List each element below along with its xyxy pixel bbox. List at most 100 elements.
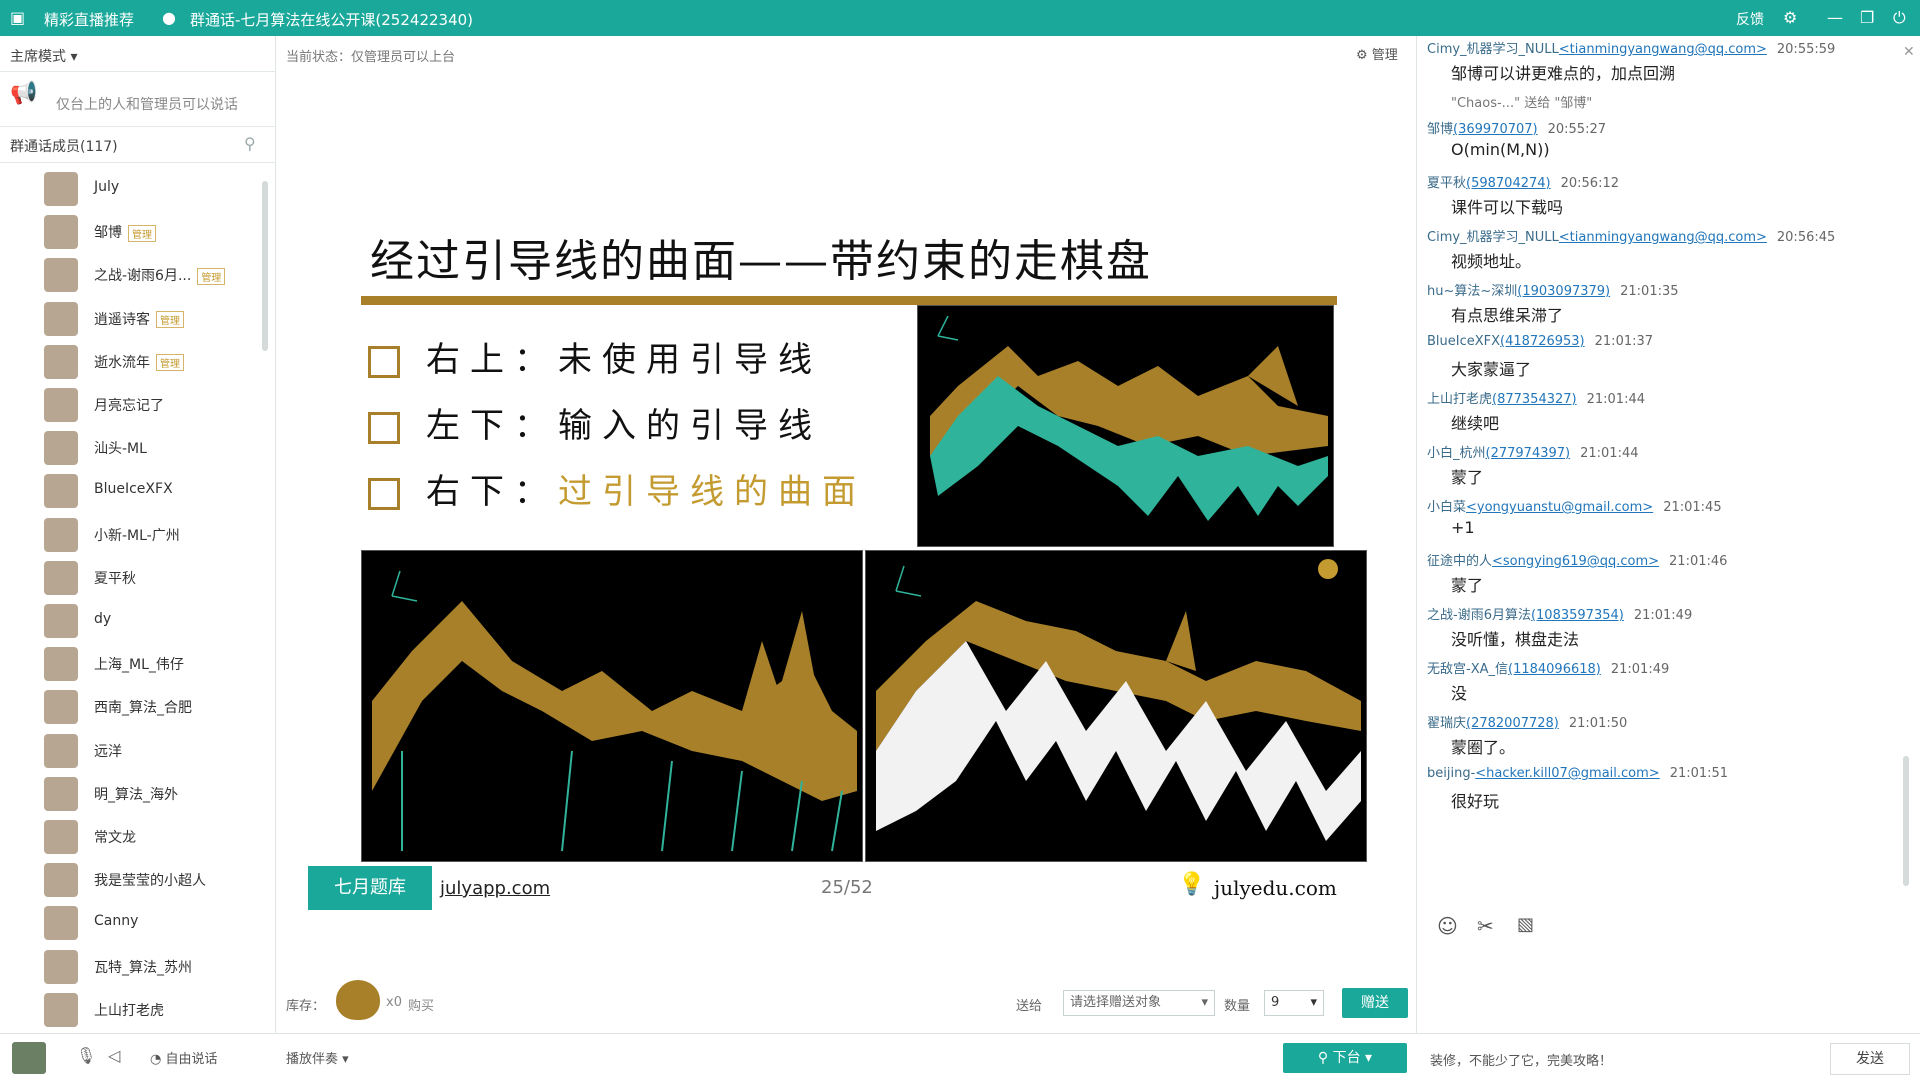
app-name[interactable]: 精彩直播推荐 (44, 9, 134, 30)
sender-id[interactable]: (1184096618) (1508, 662, 1601, 677)
sender-id[interactable]: <tianmingyangwang@qq.com> (1559, 42, 1767, 57)
window-title: 群通话-七月算法在线公开课(252422340) (190, 11, 474, 29)
chat-sender[interactable]: 征途中的人<songying619@qq.com> 21:01:46 (1427, 550, 1727, 569)
mic-icon[interactable]: 🎙 (76, 1046, 96, 1065)
chat-scrollbar[interactable] (1903, 756, 1909, 886)
sender-id[interactable]: (877354327) (1492, 392, 1577, 407)
sender-id[interactable]: (2782007728) (1466, 716, 1559, 731)
collapse-icon[interactable]: ✕ (1903, 44, 1915, 60)
heart-gift-icon[interactable] (336, 980, 380, 1020)
mode-dropdown[interactable]: 主席模式 ▾ (10, 46, 77, 66)
julyapp-link[interactable]: julyapp.com (440, 878, 550, 899)
buy-link[interactable]: 购买 (408, 995, 434, 1014)
member-row[interactable]: 逝水流年 管理 (44, 343, 264, 383)
speaker-icon[interactable]: ◁ (108, 1046, 120, 1065)
restore-icon[interactable]: ❐ (1860, 8, 1874, 27)
member-scrollbar[interactable] (262, 181, 268, 351)
message-time: 21:01:51 (1669, 766, 1729, 781)
chat-sender[interactable]: 翟瑞庆(2782007728) 21:01:50 (1427, 712, 1627, 731)
sender-name: 无敌宫-XA_信 (1427, 662, 1508, 677)
gift-button[interactable]: 赠送 (1342, 988, 1408, 1018)
member-name: 上山打老虎 (94, 1002, 164, 1019)
chat-message: 没听懂，棋盘走法 (1451, 630, 1580, 649)
chat-sender[interactable]: Cimy_机器学习_NULL<tianmingyangwang@qq.com> 2… (1427, 226, 1835, 245)
scissors-icon[interactable]: ✂ (1477, 914, 1494, 938)
member-row[interactable]: 之战-谢雨6月... 管理 (44, 256, 264, 296)
avatar (44, 604, 78, 638)
chat-sender[interactable]: beijing-<hacker.kill07@gmail.com> 21:01:5… (1427, 766, 1728, 781)
manage-button[interactable]: ⚙ 管理 (1356, 44, 1398, 63)
quantity-label: 数量 (1224, 999, 1251, 1014)
self-avatar[interactable] (12, 1042, 46, 1074)
member-name: 小新-ML-广州 (94, 527, 180, 544)
sender-id[interactable]: (1083597354) (1531, 608, 1624, 623)
sender-name: 上山打老虎 (1427, 392, 1493, 407)
quantity-select[interactable]: 9 ▾ (1264, 990, 1324, 1016)
member-row[interactable]: 上山打老虎 (44, 991, 264, 1031)
chat-sender[interactable]: 小白_杭州(277974397) 21:01:44 (1427, 442, 1639, 461)
member-row[interactable]: dy (44, 602, 264, 642)
chat-message: 继续吧 (1451, 414, 1500, 433)
member-row[interactable]: Canny (44, 904, 264, 944)
minimize-icon[interactable]: — (1827, 8, 1843, 27)
sender-id[interactable]: (418726953) (1500, 334, 1585, 349)
location-icon: ● (162, 8, 176, 27)
chat-sender[interactable]: 小白菜<yongyuanstu@gmail.com> 21:01:45 (1427, 496, 1722, 515)
member-row[interactable]: 夏平秋 (44, 559, 264, 599)
message-time: 20:55:59 (1776, 42, 1836, 57)
member-search-icon[interactable]: ⚲ (244, 134, 256, 153)
member-row[interactable]: 远洋 (44, 732, 264, 772)
chat-sender[interactable]: 无敌宫-XA_信(1184096618) 21:01:49 (1427, 658, 1669, 677)
left-panel: 主席模式 ▾ 📢 仅台上的人和管理员可以说话 群通话成员(117) ⚲ July… (0, 36, 276, 1033)
member-name: 远洋 (94, 743, 122, 760)
member-row[interactable]: 我是莹莹的小超人 (44, 861, 264, 901)
settings-icon[interactable]: ⚙ (1783, 8, 1797, 27)
chat-sender[interactable]: 之战-谢雨6月算法(1083597354) 21:01:49 (1427, 604, 1692, 623)
send-button[interactable]: 发送 (1830, 1043, 1910, 1075)
avatar (44, 215, 78, 250)
sender-id[interactable]: <songying619@qq.com> (1492, 554, 1659, 569)
member-row[interactable]: 逍遥诗客 管理 (44, 300, 264, 340)
member-row[interactable]: 上海_ML_伟仔 (44, 645, 264, 685)
member-row[interactable]: July (44, 170, 264, 210)
sender-id[interactable]: <yongyuanstu@gmail.com> (1466, 500, 1653, 515)
feedback-link[interactable]: 反馈 (1736, 9, 1764, 29)
sender-id[interactable]: (277974397) (1486, 446, 1571, 461)
plot-bottom-right (865, 550, 1367, 862)
chat-message: 蒙圈了。 (1451, 738, 1516, 757)
chat-sender[interactable]: BlueIceXFX(418726953) 21:01:37 (1427, 334, 1653, 349)
power-icon[interactable]: ⏻ (1893, 8, 1906, 28)
chat-input[interactable]: 装修，不能少了它，完美攻略！ (1430, 1050, 1612, 1069)
member-row[interactable]: 邹博 管理 (44, 213, 264, 253)
member-row[interactable]: 西南_算法_合肥 (44, 688, 264, 728)
free-talk-button[interactable]: ◔ 自由说话 (150, 1048, 218, 1067)
member-row[interactable]: BlueIceXFX (44, 472, 264, 512)
leave-stage-button[interactable]: ⚲ 下台 ▾ (1283, 1043, 1407, 1073)
emoji-icon[interactable]: ☺ (1437, 914, 1458, 938)
member-row[interactable]: 小新-ML-广州 (44, 516, 264, 556)
chat-sender[interactable]: Cimy_机器学习_NULL<tianmingyangwang@qq.com> 2… (1427, 38, 1835, 57)
sender-id[interactable]: <tianmingyangwang@qq.com> (1559, 230, 1767, 245)
member-name: 夏平秋 (94, 570, 136, 587)
member-row[interactable]: 明_算法_海外 (44, 775, 264, 815)
chat-sender[interactable]: 上山打老虎(877354327) 21:01:44 (1427, 388, 1645, 407)
chat-sender[interactable]: 邹博(369970707) 20:55:27 (1427, 118, 1606, 137)
sender-id[interactable]: (1903097379) (1517, 284, 1610, 299)
member-row[interactable]: 瓦特_算法_苏州 (44, 948, 264, 988)
sender-id[interactable]: (369970707) (1453, 122, 1538, 137)
member-row[interactable]: 常文龙 (44, 818, 264, 858)
message-time: 20:56:45 (1776, 230, 1836, 245)
play-accompany-dropdown[interactable]: 播放伴奏 ▾ (286, 1048, 349, 1067)
chat-sender[interactable]: 夏平秋(598704274) 20:56:12 (1427, 172, 1619, 191)
sender-name: 小白_杭州 (1427, 446, 1486, 461)
member-row[interactable]: 月亮忘记了 (44, 386, 264, 426)
stage-status: 当前状态：仅管理员可以上台 (286, 50, 456, 65)
gift-recipient-select[interactable]: 请选择赠送对象 ▾ (1063, 990, 1215, 1016)
sender-id[interactable]: (598704274) (1466, 176, 1551, 191)
sender-name: hu~算法~深圳 (1427, 284, 1518, 299)
chat-sender[interactable]: hu~算法~深圳(1903097379) 21:01:35 (1427, 280, 1679, 299)
sender-id[interactable]: <hacker.kill07@gmail.com> (1475, 766, 1659, 781)
image-icon[interactable]: ▧ (1517, 914, 1534, 935)
member-row[interactable]: 汕头-ML (44, 429, 264, 469)
admin-badge: 管理 (197, 267, 226, 285)
